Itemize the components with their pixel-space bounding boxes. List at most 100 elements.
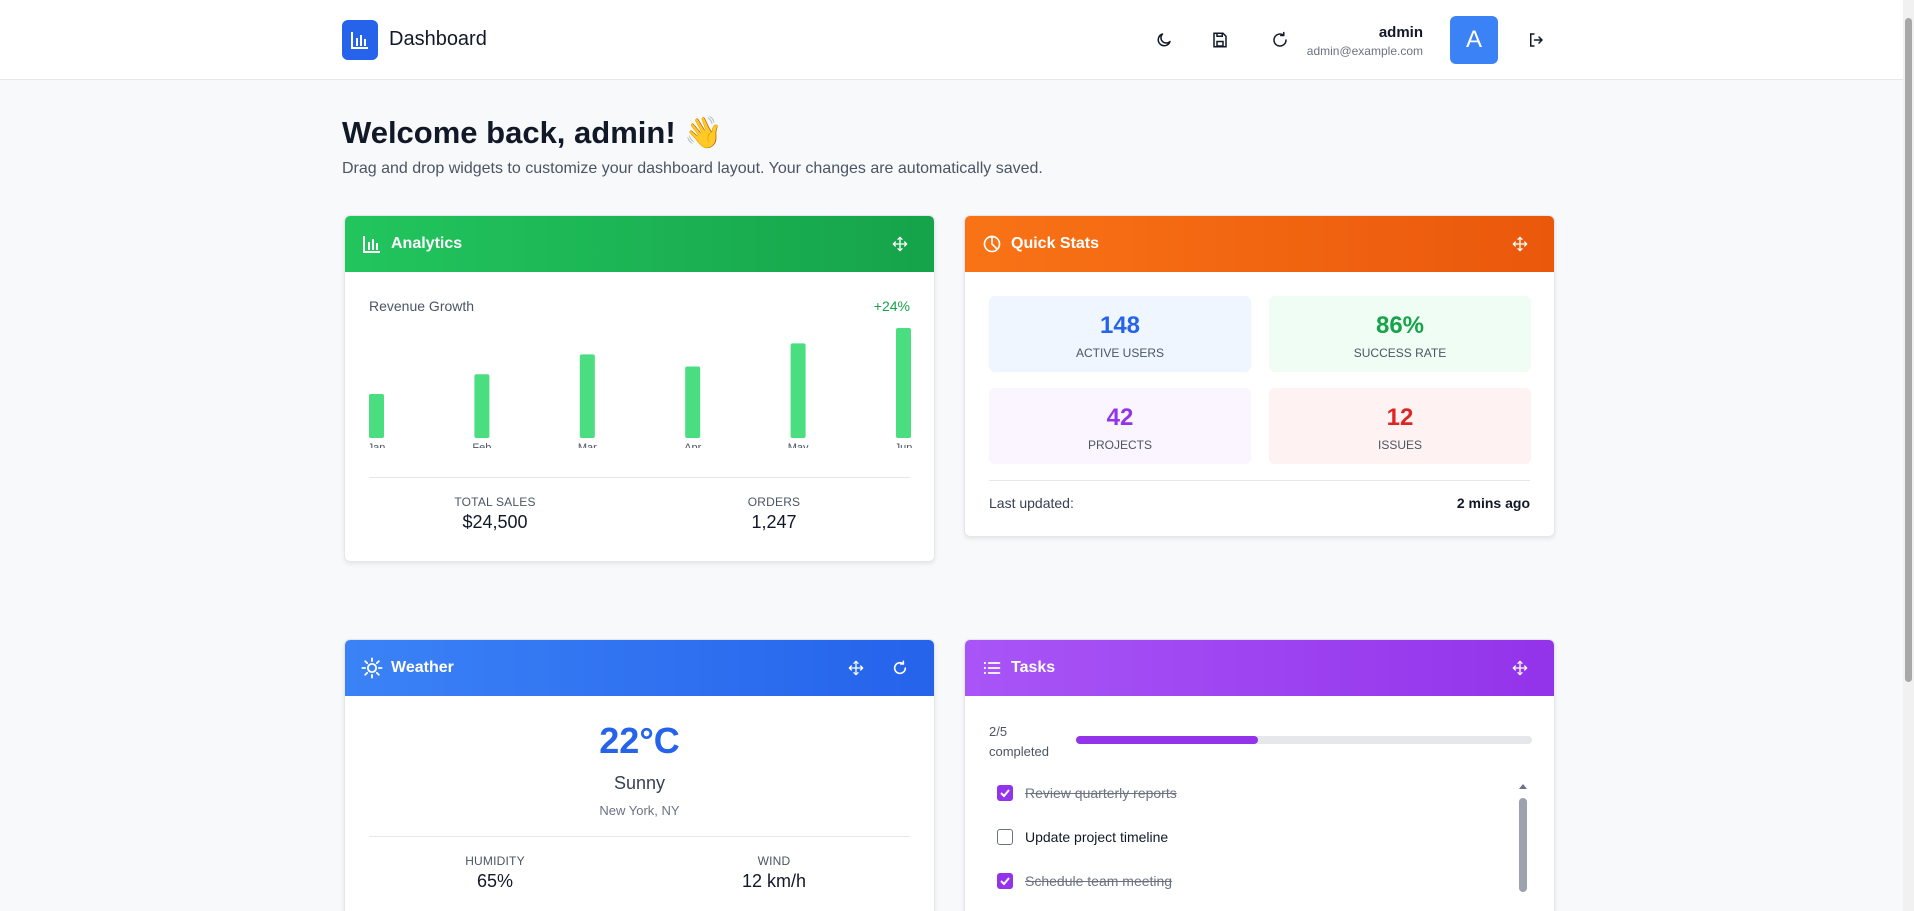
humidity-stat: Humidity 65% — [405, 854, 585, 892]
task-checkbox[interactable] — [997, 785, 1013, 801]
moon-icon — [1157, 33, 1171, 47]
page-title: Welcome back, admin! 👋 — [342, 115, 723, 150]
divider — [989, 480, 1530, 481]
bar-apr — [685, 366, 701, 438]
task-checkbox[interactable] — [997, 829, 1013, 845]
bar-chart-icon — [361, 233, 383, 255]
analytics-title: Analytics — [391, 235, 463, 252]
top-bar: Dashboard admin admin@example.com A — [0, 0, 1903, 80]
scrollbar-thumb[interactable] — [1905, 18, 1912, 682]
move-icon — [1512, 660, 1528, 676]
user-name: admin — [1378, 24, 1423, 41]
stat-tile-issues: 12 Issues — [1269, 388, 1531, 464]
stat-value: 42 — [1106, 404, 1134, 431]
move-icon — [848, 660, 864, 676]
x-tick-label: May — [788, 442, 809, 448]
tasks-title: Tasks — [1011, 659, 1056, 676]
task-item[interactable]: Update project timeline — [997, 829, 1168, 845]
logout-button[interactable] — [1520, 24, 1552, 56]
stat-value: 148 — [1099, 312, 1141, 339]
divider — [369, 836, 910, 837]
weather-drag-handle[interactable] — [844, 656, 868, 680]
stat-value: 86% — [1375, 312, 1425, 339]
bar-jan — [369, 394, 384, 438]
analytics-header: Analytics — [345, 216, 934, 272]
weather-widget: Weather 22°C Sunny New York, NY Humidity… — [344, 639, 935, 911]
orders-stat: Orders 1,247 — [684, 495, 864, 533]
check-icon — [1000, 789, 1010, 798]
bar-chart-icon — [351, 32, 368, 49]
reset-layout-button[interactable] — [1264, 24, 1296, 56]
analytics-drag-handle[interactable] — [888, 232, 912, 256]
x-tick-label: Jan — [368, 442, 386, 448]
tasks-header: Tasks — [965, 640, 1554, 696]
x-tick-label: Jun — [895, 442, 913, 448]
x-tick-label: Apr — [684, 442, 701, 448]
quick-stats-header: Quick Stats — [965, 216, 1554, 272]
task-label: Schedule team meeting — [1025, 873, 1173, 889]
x-tick-label: Feb — [472, 442, 491, 448]
task-item[interactable]: Review quarterly reports — [997, 785, 1177, 801]
stat-label: Success Rate — [1353, 346, 1447, 360]
sun-icon — [361, 657, 383, 679]
wind-label: Wind — [757, 854, 791, 868]
refresh-icon — [893, 660, 907, 675]
progress-bar — [1076, 736, 1532, 744]
total-sales-value: $24,500 — [462, 512, 528, 532]
stat-tile-active-users: 148 Active Users — [989, 296, 1251, 372]
scroll-up-icon[interactable] — [1517, 781, 1529, 791]
check-icon — [1000, 877, 1010, 886]
stat-value: 12 — [1386, 404, 1414, 431]
orders-label: Orders — [747, 495, 801, 509]
revenue-bar-chart: Jan Feb Mar Apr May Jun — [368, 328, 913, 448]
growth-badge: +24% — [873, 298, 910, 314]
stat-label: Active Users — [1075, 346, 1165, 360]
last-updated-value: 2 mins ago — [1456, 495, 1530, 511]
page-scrollbar[interactable] — [1903, 0, 1914, 911]
tasks-drag-handle[interactable] — [1508, 656, 1532, 680]
humidity-label: Humidity — [465, 854, 525, 868]
avatar[interactable]: A — [1450, 16, 1498, 64]
list-icon — [981, 657, 1003, 679]
weather-header: Weather — [345, 640, 934, 696]
total-sales-label: Total Sales — [454, 495, 536, 509]
stat-tile-projects: 42 Projects — [989, 388, 1251, 464]
task-label: Review quarterly reports — [1025, 785, 1177, 801]
temperature: 22°C — [599, 720, 680, 761]
weather-refresh-button[interactable] — [888, 656, 912, 680]
quick-stats-widget: Quick Stats 148 Active Users 86% Success… — [964, 215, 1555, 537]
progress-word: completed — [989, 744, 1049, 759]
bar-jun — [896, 328, 911, 438]
logout-icon — [1530, 33, 1543, 47]
stat-label: Issues — [1377, 438, 1422, 452]
pie-chart-icon — [981, 233, 1003, 255]
progress-count: 2/5 — [989, 724, 1008, 739]
bar-feb — [474, 374, 490, 438]
chart-label: Revenue Growth — [369, 298, 475, 314]
task-label: Update project timeline — [1025, 829, 1169, 845]
quick-stats-drag-handle[interactable] — [1508, 232, 1532, 256]
move-icon — [1512, 236, 1528, 252]
progress-fill — [1076, 736, 1259, 744]
weather-location: New York, NY — [599, 803, 680, 818]
save-layout-button[interactable] — [1204, 24, 1236, 56]
stat-tile-success-rate: 86% Success Rate — [1269, 296, 1531, 372]
task-list-scrollbar[interactable] — [1517, 778, 1529, 911]
task-item[interactable]: Schedule team meeting — [997, 873, 1172, 889]
refresh-icon — [1273, 31, 1287, 47]
task-checkbox[interactable] — [997, 873, 1013, 889]
weather-condition: Sunny — [613, 773, 666, 793]
humidity-value: 65% — [476, 871, 514, 891]
task-list-scroll-thumb[interactable] — [1519, 798, 1527, 892]
progress-text: 2/5 completed — [989, 722, 1049, 762]
tasks-widget: Tasks 2/5 completed Review quarterly rep… — [964, 639, 1555, 911]
orders-value: 1,247 — [751, 512, 797, 532]
x-tick-label: Mar — [578, 442, 597, 448]
user-email: admin@example.com — [1306, 44, 1423, 58]
wind-stat: Wind 12 km/h — [684, 854, 864, 892]
total-sales-stat: Total Sales $24,500 — [405, 495, 585, 533]
theme-toggle-button[interactable] — [1148, 24, 1180, 56]
weather-title: Weather — [391, 659, 454, 676]
dashboard-logo — [342, 20, 378, 60]
bar-mar — [579, 354, 595, 438]
